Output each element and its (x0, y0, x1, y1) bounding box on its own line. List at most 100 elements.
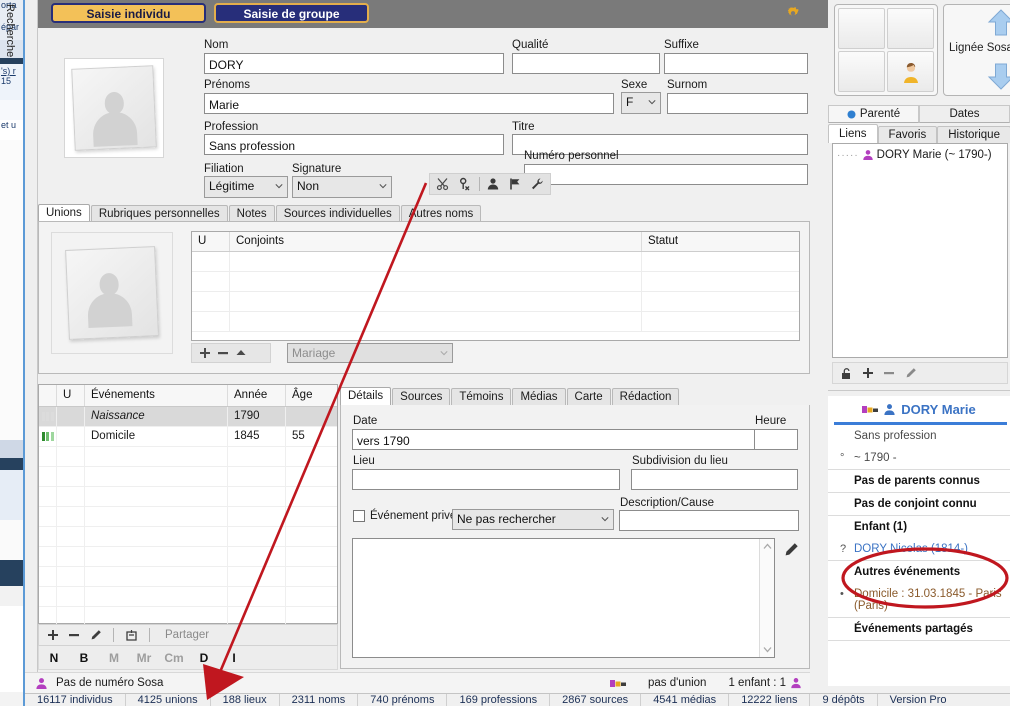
tab-unions[interactable]: Unions (38, 204, 90, 222)
tab-temoins[interactable]: Témoins (451, 388, 512, 405)
tab-carte[interactable]: Carte (566, 388, 611, 405)
events-toolbar: Partager (38, 624, 338, 646)
quadrant-cell-self[interactable] (887, 51, 934, 92)
tab-details[interactable]: Détails (340, 387, 392, 405)
table-row[interactable] (192, 272, 799, 292)
flag-icon[interactable] (505, 175, 525, 193)
partager-button[interactable]: Partager (165, 629, 209, 641)
evenement-prive-checkbox[interactable] (353, 510, 365, 522)
sidebar-tab-historique[interactable]: Historique (937, 126, 1010, 143)
color-flag-icon (609, 679, 626, 687)
remove-icon[interactable] (217, 347, 229, 359)
sidebar-tab-favoris[interactable]: Favoris (877, 126, 938, 143)
note-textarea[interactable] (352, 538, 775, 658)
filter-letter-mr[interactable]: Mr (129, 651, 159, 665)
table-row[interactable] (39, 447, 337, 467)
merge-icon[interactable] (125, 629, 138, 642)
arrow-up-icon[interactable] (984, 8, 1010, 38)
edit-icon[interactable] (89, 629, 102, 642)
profession-input[interactable] (204, 134, 504, 155)
table-row[interactable] (39, 587, 337, 607)
tab-autres-noms[interactable]: Autres noms (400, 205, 482, 222)
recherche-select[interactable]: Ne pas rechercher (452, 509, 614, 530)
vertical-tab-recherche[interactable]: Recherche (4, 4, 16, 57)
tab-notes[interactable]: Notes (228, 205, 275, 222)
union-photo[interactable] (51, 232, 173, 354)
sexe-select[interactable]: F (621, 92, 661, 114)
tab-redaction[interactable]: Rédaction (611, 388, 680, 405)
note-scrollbar[interactable] (759, 539, 774, 657)
tab-medias[interactable]: Médias (512, 388, 566, 405)
table-row[interactable] (192, 312, 799, 332)
quadrant-cell-mother[interactable] (887, 8, 934, 49)
unions-toolbar (191, 343, 271, 363)
tab-rubriques-personnelles[interactable]: Rubriques personnelles (90, 205, 228, 222)
table-row[interactable]: Naissance 1790 (39, 407, 337, 427)
edit-icon[interactable] (904, 367, 917, 380)
table-row[interactable] (39, 487, 337, 507)
quadrant-cell-father[interactable] (838, 8, 885, 49)
family-quadrant (834, 4, 938, 96)
table-row[interactable] (192, 252, 799, 272)
add-icon[interactable] (199, 347, 211, 359)
filter-letter-cm[interactable]: Cm (159, 651, 189, 665)
sidebar-tab-parente[interactable]: Parenté (828, 105, 919, 123)
add-icon[interactable] (47, 629, 59, 641)
sidebar-tab-liens[interactable]: Liens (828, 124, 878, 143)
remove-icon[interactable] (68, 629, 80, 641)
filter-letter-d[interactable]: D (189, 651, 219, 665)
signature-select[interactable]: Non (292, 176, 392, 198)
person-card-title[interactable]: DORY Marie (828, 396, 1010, 422)
individual-photo[interactable] (64, 58, 164, 158)
detach-person-icon[interactable] (455, 175, 475, 193)
liens-tree[interactable]: ····· DORY Marie (~ 1790-) (832, 143, 1008, 358)
scissors-icon[interactable] (433, 175, 453, 193)
arrow-down-icon[interactable] (984, 61, 1010, 91)
heure-input[interactable] (754, 429, 798, 450)
surnom-input[interactable] (667, 93, 808, 114)
table-row[interactable] (39, 547, 337, 567)
table-row[interactable] (39, 507, 337, 527)
person-icon[interactable] (484, 175, 504, 193)
description-input[interactable] (619, 510, 799, 531)
gear-icon[interactable] (783, 5, 803, 23)
lieu-input[interactable] (352, 469, 620, 490)
table-row[interactable]: Domicile 1845 55 (39, 427, 337, 447)
saisie-groupe-button[interactable]: Saisie de groupe (214, 3, 369, 23)
table-row[interactable] (39, 527, 337, 547)
person-card-child[interactable]: ? DORY Nicolas (1814-) (828, 538, 1010, 561)
filter-letter-b[interactable]: B (69, 651, 99, 665)
up-icon[interactable] (235, 347, 247, 359)
quadrant-cell-spouse[interactable] (838, 51, 885, 92)
prenoms-input[interactable] (204, 93, 614, 114)
filiation-select[interactable]: Légitime (204, 176, 288, 198)
table-row[interactable] (192, 292, 799, 312)
nom-input[interactable] (204, 53, 504, 74)
unions-grid[interactable]: U Conjoints Statut (191, 231, 800, 341)
events-table[interactable]: U Événements Année Âge Naissance 1790 Do… (38, 384, 338, 647)
remove-icon[interactable] (883, 367, 895, 379)
qualite-input[interactable] (512, 53, 660, 74)
sidebar-tab-dates[interactable]: Dates (919, 105, 1010, 123)
pencil-icon[interactable] (783, 542, 799, 561)
filter-letter-i[interactable]: I (219, 651, 249, 665)
subdivision-input[interactable] (631, 469, 798, 490)
list-item[interactable]: ····· DORY Marie (~ 1790-) (833, 144, 1007, 161)
tab-sources-individuelles[interactable]: Sources individuelles (275, 205, 400, 222)
date-input[interactable] (352, 429, 758, 450)
evenement-prive-row[interactable]: Événement privé (353, 510, 456, 522)
wrench-icon[interactable] (527, 175, 547, 193)
filter-letter-m[interactable]: M (99, 651, 129, 665)
numero-personnel-input[interactable] (524, 164, 808, 185)
union-type-select[interactable]: Mariage (287, 343, 453, 363)
suffixe-input[interactable] (664, 53, 808, 74)
vertical-tab-strip[interactable]: Recherche (4, 0, 38, 706)
child-link[interactable]: DORY Nicolas (1814-) (854, 543, 968, 555)
filter-letter-n[interactable]: N (39, 651, 69, 665)
table-row[interactable] (39, 567, 337, 587)
saisie-individu-button[interactable]: Saisie individu (51, 3, 206, 23)
add-icon[interactable] (862, 367, 874, 379)
unlock-icon[interactable] (840, 367, 853, 380)
tab-sources[interactable]: Sources (392, 388, 451, 405)
table-row[interactable] (39, 467, 337, 487)
